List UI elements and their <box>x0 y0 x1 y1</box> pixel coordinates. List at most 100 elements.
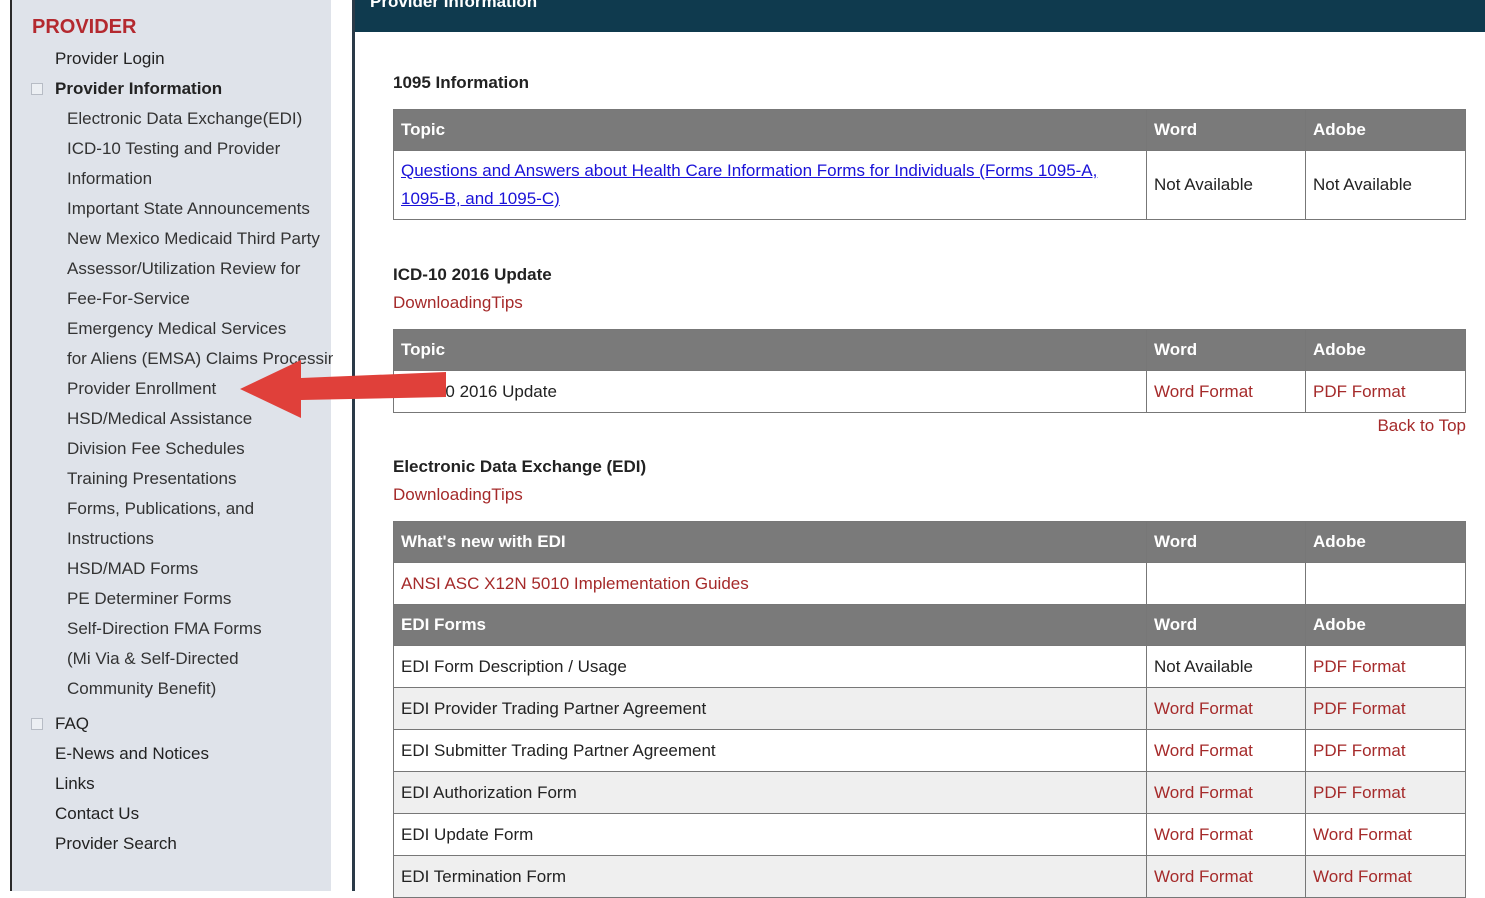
sidebar-item-enews[interactable]: E-News and Notices <box>55 744 209 764</box>
sidebar-item-icd10-line2[interactable]: Information <box>67 169 152 189</box>
table-edi: What's new with EDI Word Adobe ANSI ASC … <box>393 521 1466 898</box>
column-header-topic: Topic <box>393 329 1147 371</box>
page-title: Provider Information <box>370 0 538 11</box>
sidebar-item-hsd-mad-forms[interactable]: HSD/MAD Forms <box>67 559 198 579</box>
pdf-format-link[interactable]: PDF Format <box>1313 657 1406 676</box>
word-format-link[interactable]: Word Format <box>1154 741 1253 760</box>
sidebar-item-third-party-line3[interactable]: Fee-For-Service <box>67 289 190 309</box>
column-header-word: Word <box>1146 521 1306 563</box>
adobe-cell <box>1305 562 1466 605</box>
word-format-link[interactable]: Word Format <box>1313 825 1412 844</box>
column-header-topic: Topic <box>393 109 1147 151</box>
section-title-1095: 1095 Information <box>393 73 530 92</box>
table-header-row: Topic Word Adobe <box>393 109 1466 151</box>
sidebar-item-edi[interactable]: Electronic Data Exchange(EDI) <box>67 109 302 129</box>
sidebar-item-icd10-line1[interactable]: ICD-10 Testing and Provider <box>67 139 280 159</box>
table-row: Questions and Answers about Health Care … <box>393 150 1466 220</box>
table-row: ANSI ASC X12N 5010 Implementation Guides <box>393 562 1466 605</box>
sidebar-item-links[interactable]: Links <box>55 774 95 794</box>
sidebar-nav: PROVIDER Provider Login Provider Informa… <box>12 0 333 891</box>
sidebar-item-forms-line2[interactable]: Instructions <box>67 529 154 549</box>
topic-cell: EDI Provider Trading Partner Agreement <box>393 687 1147 730</box>
section-title-icd10: ICD-10 2016 Update <box>393 265 552 284</box>
content-left-border <box>352 0 355 891</box>
table-row: EDI Termination Form Word Format Word Fo… <box>393 855 1466 898</box>
table-row: EDI Form Description / Usage Not Availab… <box>393 645 1466 688</box>
sidebar-item-forms-line1[interactable]: Forms, Publications, and <box>67 499 254 519</box>
word-format-link[interactable]: Word Format <box>1154 825 1253 844</box>
sidebar-item-contact-us[interactable]: Contact Us <box>55 804 139 824</box>
table-icd10: Topic Word Adobe ICD-10 2016 Update Word… <box>393 329 1466 413</box>
sidebar-item-fma-line2[interactable]: (Mi Via & Self-Directed <box>67 649 239 669</box>
column-header-adobe: Adobe <box>1305 329 1466 371</box>
word-format-link[interactable]: Word Format <box>1154 382 1253 401</box>
column-header-whats-new: What's new with EDI <box>393 521 1147 563</box>
table-row: EDI Authorization Form Word Format PDF F… <box>393 771 1466 814</box>
word-format-link[interactable]: Word Format <box>1154 783 1253 802</box>
downloading-tips-link[interactable]: DownloadingTips <box>393 293 523 313</box>
topic-cell: ANSI ASC X12N 5010 Implementation Guides <box>393 562 1147 605</box>
table-1095: Topic Word Adobe Questions and Answers a… <box>393 109 1466 220</box>
back-to-top-link[interactable]: Back to Top <box>1377 416 1466 436</box>
word-cell: Word Format <box>1146 813 1306 856</box>
word-cell: Word Format <box>1146 729 1306 772</box>
table-header-row: Topic Word Adobe <box>393 329 1466 371</box>
sidebar-item-provider-login[interactable]: Provider Login <box>55 49 165 69</box>
expand-icon[interactable] <box>31 718 43 730</box>
column-header-adobe: Adobe <box>1305 109 1466 151</box>
pdf-format-link[interactable]: PDF Format <box>1313 783 1406 802</box>
adobe-cell: Word Format <box>1305 813 1466 856</box>
table-row: ICD-10 2016 Update Word Format PDF Forma… <box>393 370 1466 413</box>
downloading-tips-link[interactable]: DownloadingTips <box>393 485 523 505</box>
adobe-cell: PDF Format <box>1305 771 1466 814</box>
word-cell: Not Available <box>1146 150 1306 220</box>
sidebar-item-provider-enrollment[interactable]: Provider Enrollment <box>67 379 216 399</box>
sidebar-item-training[interactable]: Training Presentations <box>67 469 236 489</box>
sidebar-title: PROVIDER <box>32 16 137 38</box>
topic-cell: Questions and Answers about Health Care … <box>393 150 1147 220</box>
column-header-adobe: Adobe <box>1305 604 1466 646</box>
column-header-adobe: Adobe <box>1305 521 1466 563</box>
pdf-format-link[interactable]: PDF Format <box>1313 382 1406 401</box>
adobe-cell: PDF Format <box>1305 370 1466 413</box>
word-format-link[interactable]: Word Format <box>1154 699 1253 718</box>
topic-cell: EDI Authorization Form <box>393 771 1147 814</box>
topic-link-1095-qa[interactable]: Questions and Answers about Health Care … <box>401 161 1097 208</box>
sidebar-item-third-party-line1[interactable]: New Mexico Medicaid Third Party <box>67 229 333 249</box>
adobe-cell: PDF Format <box>1305 687 1466 730</box>
sidebar-item-faq[interactable]: FAQ <box>55 714 89 734</box>
collapse-icon[interactable] <box>31 83 43 95</box>
sidebar-item-fee-line2[interactable]: Division Fee Schedules <box>67 439 245 459</box>
adobe-cell: Not Available <box>1305 150 1466 220</box>
pdf-format-link[interactable]: PDF Format <box>1313 699 1406 718</box>
sidebar-item-fma-line1[interactable]: Self-Direction FMA Forms <box>67 619 262 639</box>
table-row: EDI Provider Trading Partner Agreement W… <box>393 687 1466 730</box>
sidebar-item-emsa-line2[interactable]: for Aliens (EMSA) Claims Processing <box>67 349 333 369</box>
sidebar-item-fee-line1[interactable]: HSD/Medical Assistance <box>67 409 252 429</box>
word-cell: Word Format <box>1146 687 1306 730</box>
implementation-guides-link[interactable]: ANSI ASC X12N 5010 Implementation Guides <box>401 574 749 593</box>
word-format-link[interactable]: Word Format <box>1154 867 1253 886</box>
table-header-row: EDI Forms Word Adobe <box>393 604 1466 646</box>
sidebar-item-pe-determiner[interactable]: PE Determiner Forms <box>67 589 231 609</box>
sidebar-item-provider-information[interactable]: Provider Information <box>55 79 222 99</box>
sidebar-item-third-party-line2[interactable]: Assessor/Utilization Review for <box>67 259 300 279</box>
word-format-link[interactable]: Word Format <box>1313 867 1412 886</box>
word-cell: Word Format <box>1146 855 1306 898</box>
word-cell: Word Format <box>1146 370 1306 413</box>
topic-cell: EDI Form Description / Usage <box>393 645 1147 688</box>
page-header-bar: Provider Information <box>355 0 1485 32</box>
word-cell: Not Available <box>1146 645 1306 688</box>
sidebar-item-emsa-line1[interactable]: Emergency Medical Services <box>67 319 286 339</box>
column-header-word: Word <box>1146 109 1306 151</box>
topic-cell: ICD-10 2016 Update <box>393 370 1147 413</box>
pdf-format-link[interactable]: PDF Format <box>1313 741 1406 760</box>
section-title-edi: Electronic Data Exchange (EDI) <box>393 457 647 476</box>
column-header-word: Word <box>1146 604 1306 646</box>
sidebar-item-fma-line3[interactable]: Community Benefit) <box>67 679 216 699</box>
topic-cell: EDI Termination Form <box>393 855 1147 898</box>
table-row: EDI Update Form Word Format Word Format <box>393 813 1466 856</box>
sidebar-item-announcements[interactable]: Important State Announcements <box>67 199 310 219</box>
adobe-cell: Word Format <box>1305 855 1466 898</box>
sidebar-item-provider-search[interactable]: Provider Search <box>55 834 177 854</box>
